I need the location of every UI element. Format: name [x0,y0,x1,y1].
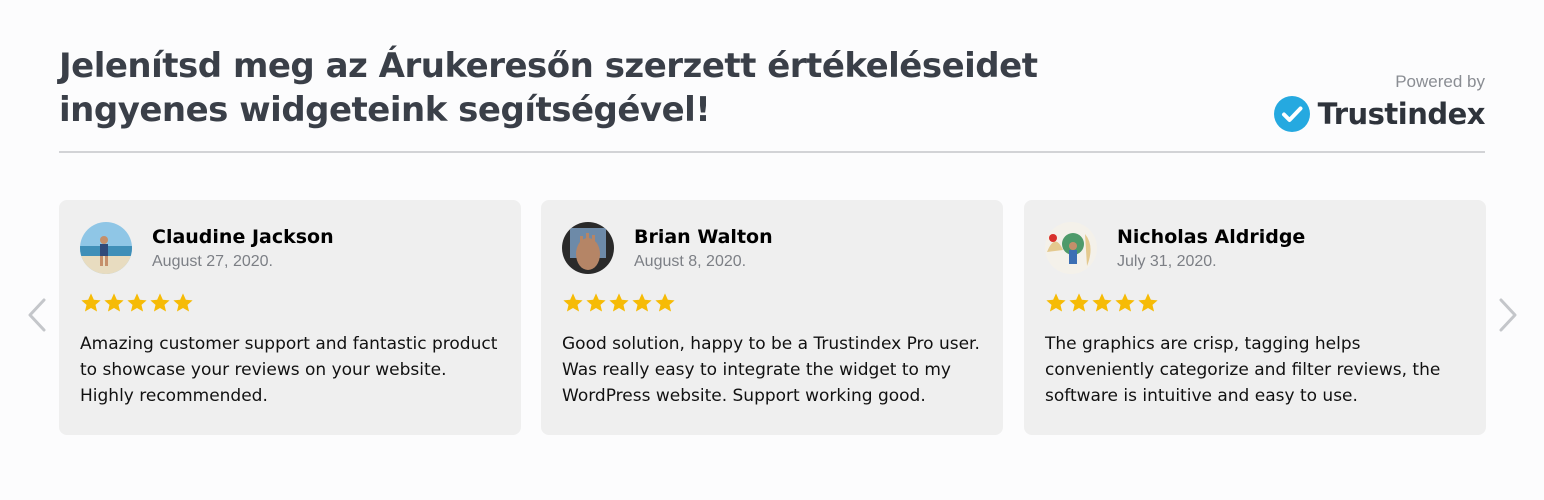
chevron-left-icon [28,298,46,332]
next-button[interactable] [1497,297,1519,333]
star-icon [1092,293,1112,312]
star-icon [1138,293,1158,312]
reviewer-name: Claudine Jackson [152,226,334,248]
widget-header: Jelenítsd meg az Árukeresőn szerzett ért… [59,44,1486,132]
review-card: Nicholas Aldridge July 31, 2020. The gra… [1024,200,1486,435]
star-icon [1046,293,1066,312]
powered-by-badge[interactable]: Powered by Trustindex [1273,72,1486,132]
star-icon [1069,293,1089,312]
review-text: The graphics are crisp, tagging helps co… [1045,334,1441,406]
star-icon [609,293,629,312]
review-date: August 8, 2020. [634,253,747,270]
avatar [562,222,614,274]
title-line-2: ingyenes widgeteink segítségével! [59,90,711,130]
star-rating [1045,292,1465,316]
title-line-1: Jelenítsd meg az Árukeresőn szerzett ért… [59,46,1038,86]
reviewer-name: Brian Walton [634,226,773,248]
avatar [80,222,132,274]
check-circle-icon [1273,96,1310,132]
star-icon [104,293,124,312]
review-text: Good solution, happy to be a Trustindex … [562,334,980,406]
review-card: Claudine Jackson August 27, 2020. Amazin… [59,200,521,435]
page-title: Jelenítsd meg az Árukeresőn szerzett ért… [59,44,1059,132]
star-icon [586,293,606,312]
review-date: July 31, 2020. [1117,253,1217,270]
star-icon [1115,293,1135,312]
prev-button[interactable] [26,297,48,333]
avatar [1045,222,1097,274]
star-rating [80,292,500,316]
star-icon [632,293,652,312]
star-icon [81,293,101,312]
trustindex-logo: Trustindex [1273,96,1486,132]
review-text: Amazing customer support and fantastic p… [80,334,498,406]
star-icon [563,293,583,312]
star-icon [150,293,170,312]
powered-by-label: Powered by [1395,72,1485,91]
review-date: August 27, 2020. [152,253,273,270]
chevron-right-icon [1499,298,1517,332]
reviewer-name: Nicholas Aldridge [1117,226,1306,248]
review-card: Brian Walton August 8, 2020. Good soluti… [541,200,1003,435]
star-icon [655,293,675,312]
star-icon [173,293,193,312]
star-icon [127,293,147,312]
star-rating [562,292,982,316]
brand-name: Trustindex [1317,97,1486,131]
header-divider [59,151,1485,153]
